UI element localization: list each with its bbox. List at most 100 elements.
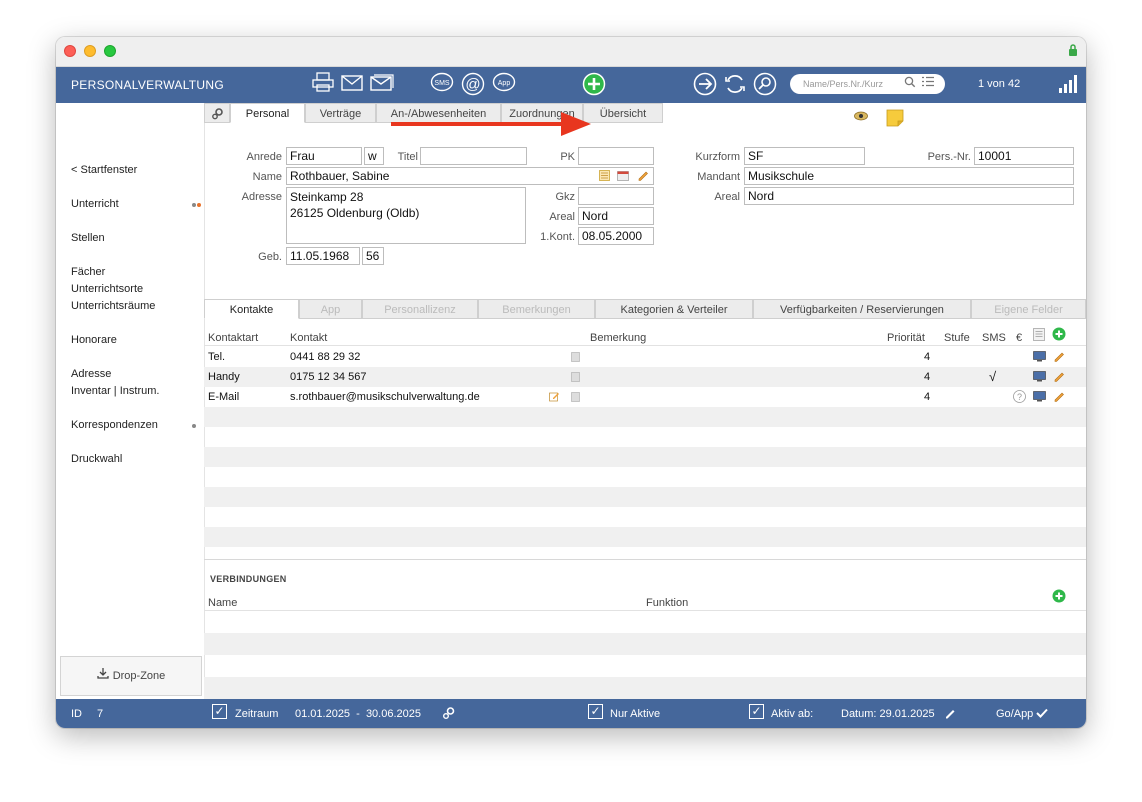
sticky-note-icon[interactable] (886, 109, 904, 130)
monitor-icon[interactable] (1033, 371, 1046, 384)
sidebar-item-unterrichtsraeume[interactable]: Unterrichtsräume (71, 300, 155, 312)
print-icon[interactable] (312, 72, 336, 96)
lock-icon[interactable] (1068, 43, 1078, 60)
header-kontakt: Kontakt (290, 332, 328, 344)
sidebar-item-unterrichtsorte[interactable]: Unterrichtsorte (71, 283, 143, 295)
settings-tab[interactable] (204, 103, 230, 123)
sidebar-item-adresse[interactable]: Adresse (71, 368, 111, 380)
header-sms: SMS (982, 332, 1006, 344)
sidebar-item-inventar[interactable]: Inventar | Instrum. (71, 385, 159, 397)
empty-row (204, 447, 1086, 467)
gear-icon[interactable] (442, 706, 456, 723)
header-divider (204, 345, 1086, 346)
monitor-icon[interactable] (1033, 351, 1046, 364)
calendar-icon[interactable] (617, 170, 629, 184)
compose-mail-icon[interactable] (549, 391, 560, 404)
app-title: PERSONALVERWALTUNG (71, 78, 224, 92)
monitor-icon[interactable] (1033, 391, 1046, 404)
subtab-bemerkungen[interactable]: Bemerkungen (478, 299, 595, 319)
table-row[interactable]: Handy 0175 12 34 567 4 √ (204, 367, 1086, 387)
areal2-field[interactable]: Nord (744, 187, 1074, 205)
titel-field[interactable] (420, 147, 527, 165)
aktiv-ab-checkbox[interactable]: ✓ (749, 704, 764, 719)
cell-sms-check[interactable]: √ (989, 369, 996, 384)
mandant-field[interactable]: Musikschule (744, 167, 1074, 185)
kurzform-field[interactable]: SF (744, 147, 865, 165)
list-icon[interactable] (922, 76, 934, 90)
add-record-icon[interactable] (582, 72, 606, 96)
adresse-field[interactable]: Steinkamp 28 26125 Oldenburg (Oldb) (286, 187, 526, 244)
mail-icon[interactable] (341, 72, 365, 96)
close-window-button[interactable] (64, 45, 76, 57)
sidebar-item-honorare[interactable]: Honorare (71, 334, 117, 346)
pencil-icon[interactable] (1053, 370, 1065, 384)
subtab-eigene-felder[interactable]: Eigene Felder (971, 299, 1086, 319)
subtab-kontakte[interactable]: Kontakte (204, 299, 299, 319)
search-icon[interactable] (904, 76, 916, 91)
nur-aktive-checkbox[interactable]: ✓ (588, 704, 603, 719)
checkmark-icon[interactable] (1036, 708, 1048, 721)
forward-arrow-icon[interactable] (693, 72, 717, 96)
app-message-icon[interactable]: App (492, 72, 518, 96)
sidebar-item-unterricht[interactable]: Unterricht (71, 198, 119, 210)
sidebar-item-stellen[interactable]: Stellen (71, 232, 105, 244)
drop-zone[interactable]: Drop-Zone (60, 656, 202, 696)
tab-personal[interactable]: Personal (230, 103, 305, 123)
document-icon[interactable] (1033, 328, 1045, 344)
pencil-icon[interactable] (637, 169, 649, 184)
help-icon[interactable]: ? (1013, 390, 1026, 405)
note-icon[interactable] (571, 352, 581, 364)
empty-row (204, 407, 1086, 427)
sidebar-item-startfenster[interactable]: < Startfenster (71, 164, 137, 176)
add-connection-icon[interactable] (1052, 589, 1066, 606)
gkz-field[interactable] (578, 187, 654, 205)
table-row[interactable]: Tel. 0441 88 29 32 4 (204, 347, 1086, 367)
gender-field[interactable]: w (364, 147, 384, 165)
sidebar-item-druckwahl[interactable]: Druckwahl (71, 453, 122, 465)
gear-icon (211, 107, 224, 123)
pk-field[interactable] (578, 147, 654, 165)
sms-icon[interactable]: SMS (430, 72, 456, 96)
sidebar-item-faecher[interactable]: Fächer (71, 266, 105, 278)
empty-row (204, 527, 1086, 547)
subtab-kategorien[interactable]: Kategorien & Verteiler (595, 299, 753, 319)
tab-vertraege[interactable]: Verträge (305, 103, 376, 123)
zeitraum-value[interactable]: 01.01.2025 - 30.06.2025 (295, 708, 421, 720)
statistics-icon[interactable] (1059, 75, 1077, 96)
indicator-dot (192, 424, 196, 428)
zeitraum-checkbox[interactable]: ✓ (212, 704, 227, 719)
mail-batch-icon[interactable] (370, 72, 396, 96)
note-icon[interactable] (571, 372, 581, 384)
minimize-window-button[interactable] (84, 45, 96, 57)
areal-field[interactable]: Nord (578, 207, 654, 225)
kont-field[interactable]: 08.05.2000 (578, 227, 654, 245)
indicator-dot (192, 203, 196, 207)
name-label: Name (252, 171, 282, 183)
refresh-icon[interactable] (723, 72, 747, 96)
sidebar-item-korrespondenzen[interactable]: Korrespondenzen (71, 419, 158, 431)
email-at-icon[interactable]: @ (461, 72, 487, 96)
list-card-icon[interactable] (599, 170, 610, 184)
geb-field[interactable]: 11.05.1968 (286, 247, 360, 265)
pencil-icon[interactable] (1053, 390, 1065, 404)
subtab-app[interactable]: App (299, 299, 362, 319)
pencil-icon[interactable] (944, 707, 956, 722)
subtab-verfuegbarkeiten[interactable]: Verfügbarkeiten / Reservierungen (753, 299, 971, 319)
zoom-window-button[interactable] (104, 45, 116, 57)
empty-row (204, 487, 1086, 507)
datum-value[interactable]: Datum: 29.01.2025 (841, 708, 935, 720)
pencil-icon[interactable] (1053, 350, 1065, 364)
note-icon[interactable] (571, 392, 581, 404)
subtab-personallizenz[interactable]: Personallizenz (362, 299, 478, 319)
search-record-icon[interactable] (753, 72, 777, 96)
verbindungen-title: VERBINDUNGEN (210, 574, 287, 584)
search-input[interactable]: Name/Pers.Nr./Kurz (790, 74, 945, 94)
eye-icon[interactable] (854, 111, 868, 124)
add-contact-icon[interactable] (1052, 327, 1066, 344)
goapp-label[interactable]: Go/App (996, 708, 1033, 720)
table-row[interactable]: E-Mail s.rothbauer@musikschulverwaltung.… (204, 387, 1086, 407)
header-stufe: Stufe (944, 332, 970, 344)
adresse-line1: Steinkamp 28 (290, 190, 364, 204)
anrede-field[interactable]: Frau (286, 147, 362, 165)
persnr-field[interactable]: 10001 (974, 147, 1074, 165)
